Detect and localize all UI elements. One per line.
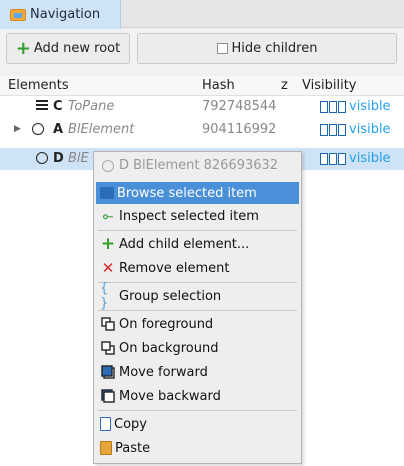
row-visibility[interactable]: visible [349, 99, 391, 114]
menu-item-inspect[interactable]: ⟜ Inspect selected item [96, 205, 299, 227]
tab-navigation[interactable]: Navigation [0, 0, 121, 29]
expand-arrow-icon[interactable]: ▶ [14, 124, 21, 134]
context-menu: D BlElement 826693632 Browse selected it… [93, 151, 302, 464]
folder-icon [10, 8, 26, 21]
add-new-root-label: Add new root [33, 41, 121, 56]
plus-icon: + [15, 37, 31, 59]
menu-item-label: Inspect selected item [119, 208, 259, 224]
table-header: Elements Hash z Visibility [0, 76, 404, 96]
add-icon: + [100, 234, 116, 254]
circle-icon [102, 159, 114, 172]
menu-item-move-backward[interactable]: Move backward [96, 385, 299, 407]
hide-children-checkbox[interactable] [216, 43, 228, 54]
header-hash[interactable]: Hash [202, 78, 235, 93]
menu-item-paste[interactable]: Paste [96, 437, 299, 459]
row-letter: C [53, 99, 63, 114]
menu-item-label: Move forward [119, 364, 208, 380]
header-z[interactable]: z [281, 78, 288, 93]
menu-item-add-child[interactable]: + Add child element... [96, 233, 299, 255]
row-hash: 904116992 [202, 122, 277, 137]
menu-item-label: Move backward [119, 388, 221, 404]
menu-item-on-background[interactable]: On background [96, 337, 299, 359]
menu-item-label: Remove element [119, 260, 230, 276]
menu-header: D BlElement 826693632 [102, 158, 278, 173]
menu-item-on-foreground[interactable]: On foreground [96, 313, 299, 335]
tab-label: Navigation [30, 7, 101, 22]
circle-icon [36, 152, 48, 164]
add-new-root-button[interactable]: + Add new root [6, 33, 130, 64]
menu-item-label: On foreground [119, 316, 214, 332]
table-row[interactable]: ▶ A BlElement 904116992 visible [0, 119, 404, 141]
menu-item-copy[interactable]: Copy [96, 413, 299, 435]
menu-item-move-forward[interactable]: Move forward [96, 361, 299, 383]
row-letter: D [53, 151, 64, 166]
menu-separator [98, 230, 297, 231]
menu-item-label: Add child element... [119, 236, 250, 252]
move-forward-icon [100, 364, 116, 380]
row-visibility[interactable]: visible [349, 151, 391, 166]
hide-children-label: Hide children [231, 41, 318, 56]
paste-icon [100, 441, 112, 455]
tab-strip: Navigation [0, 0, 404, 29]
row-name: BlElement [68, 122, 135, 137]
pane-icon [36, 100, 48, 112]
menu-item-remove[interactable]: ✕ Remove element [96, 257, 299, 279]
menu-separator [98, 410, 297, 411]
header-visibility[interactable]: Visibility [302, 78, 356, 93]
row-letter: A [53, 122, 64, 137]
toolbar: + Add new root Hide children [0, 29, 404, 71]
menu-item-label: Browse selected item [117, 185, 257, 201]
row-hash: 792748544 [202, 99, 277, 114]
header-elements[interactable]: Elements [8, 78, 69, 93]
menu-separator [98, 310, 297, 311]
group-icon: { } [100, 281, 109, 311]
row-name: ToPane [68, 99, 115, 114]
menu-item-label: Copy [114, 416, 147, 432]
hide-children-toggle[interactable]: Hide children [137, 33, 397, 64]
foreground-icon [100, 316, 116, 332]
row-visibility[interactable]: visible [349, 122, 391, 137]
visibility-icon[interactable] [320, 101, 346, 113]
visibility-icon[interactable] [320, 153, 346, 165]
copy-icon [100, 417, 111, 431]
move-backward-icon [100, 388, 116, 404]
menu-item-label: On background [119, 340, 219, 356]
table-row[interactable]: C ToPane 792748544 visible [0, 96, 404, 118]
remove-icon: ✕ [101, 259, 115, 277]
row-name: BlE [68, 151, 89, 166]
visibility-icon[interactable] [320, 124, 346, 136]
browse-icon [100, 187, 114, 199]
menu-item-label: Group selection [119, 288, 222, 304]
menu-item-group[interactable]: { } Group selection [96, 281, 299, 311]
menu-header-label: D BlElement 826693632 [119, 158, 279, 173]
background-icon [100, 340, 116, 356]
circle-icon [32, 123, 44, 135]
menu-separator [98, 282, 297, 283]
menu-item-label: Paste [115, 440, 151, 456]
inspect-icon: ⟜ [102, 208, 114, 224]
menu-item-browse[interactable]: Browse selected item [96, 182, 299, 204]
